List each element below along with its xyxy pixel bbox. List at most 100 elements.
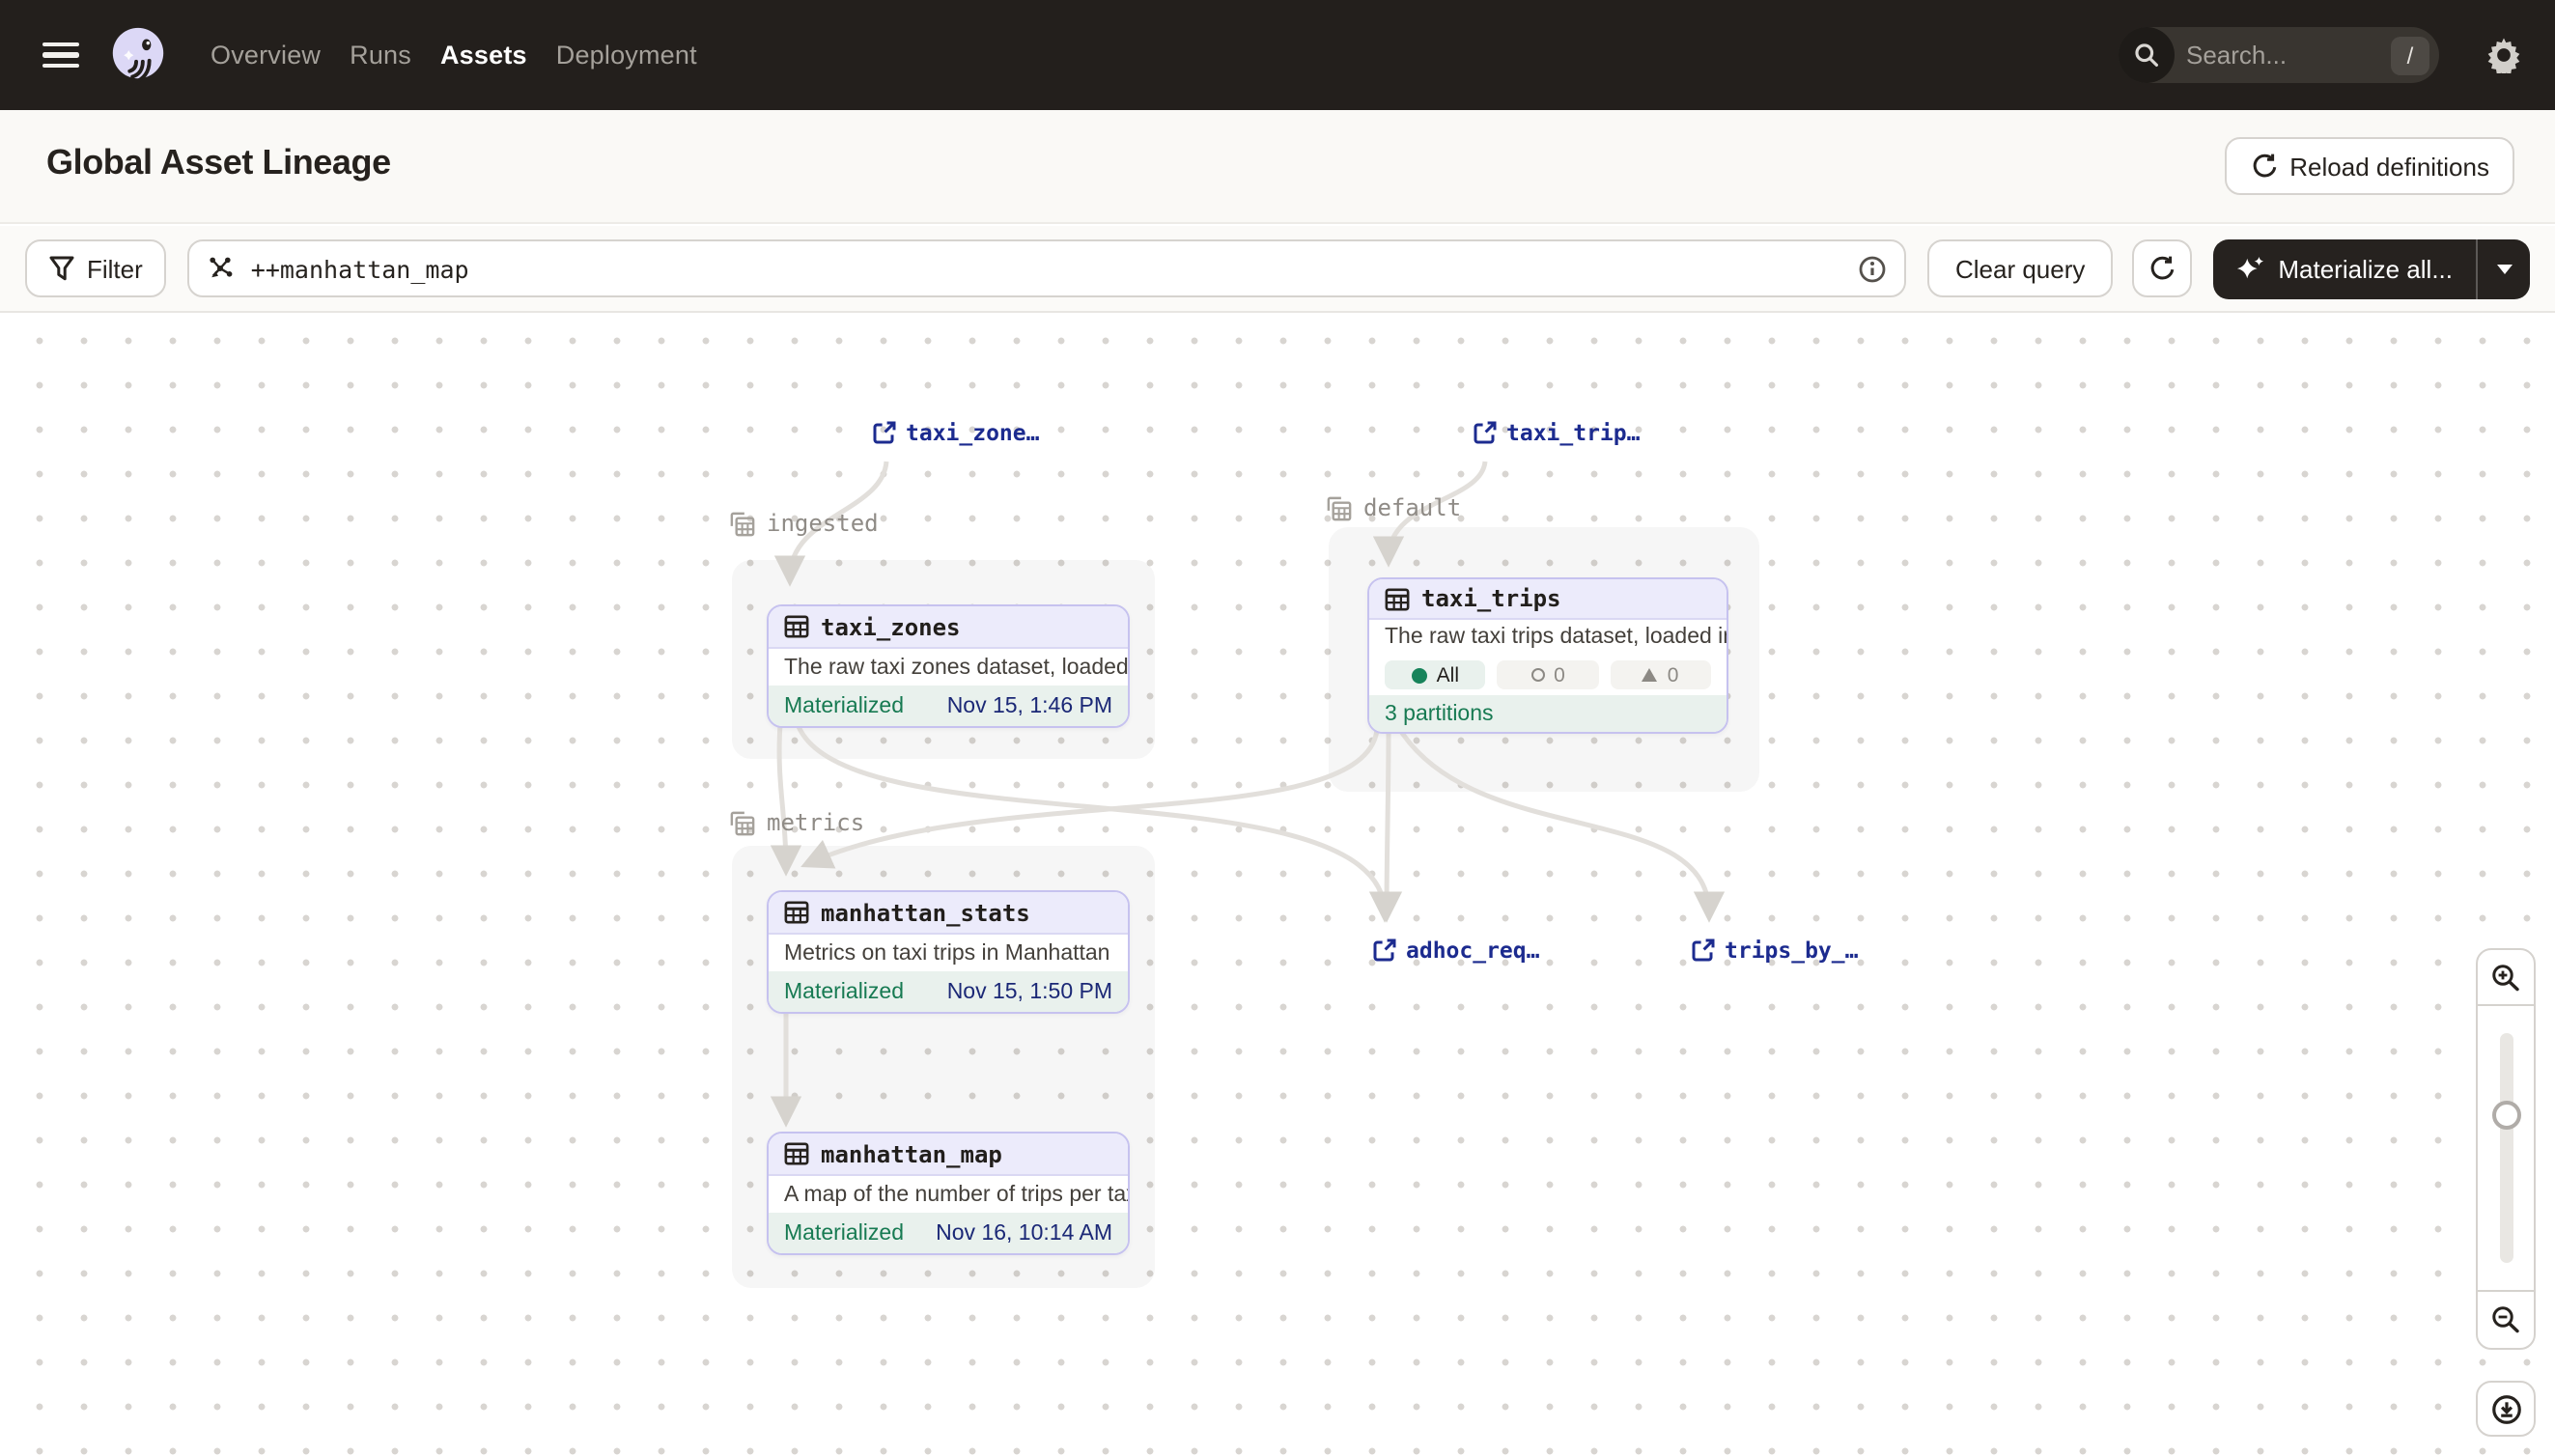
zoom-out-icon: [2491, 1305, 2520, 1334]
materialization-timestamp[interactable]: Nov 15, 1:46 PM: [947, 694, 1112, 717]
materialize-all-button[interactable]: Materialize all...: [2212, 238, 2476, 298]
search-input[interactable]: [2175, 41, 2391, 70]
external-asset-link-trips-by[interactable]: trips_by_…: [1692, 937, 1859, 964]
settings-gear-icon[interactable]: [2485, 37, 2522, 73]
partitions-all-label: All: [1437, 663, 1459, 686]
table-icon: [784, 1141, 809, 1166]
asset-group-icon: [730, 810, 755, 835]
zoom-controls: [2476, 948, 2536, 1350]
asset-description: Metrics on taxi trips in Manhattan: [769, 935, 1128, 971]
status-badge: Materialized: [784, 1221, 904, 1245]
group-label-default[interactable]: default: [1327, 494, 1461, 521]
external-link-icon: [1474, 421, 1497, 444]
asset-group-icon: [730, 511, 755, 536]
zoom-in-icon: [2491, 963, 2520, 992]
materialization-timestamp[interactable]: Nov 16, 10:14 AM: [936, 1221, 1112, 1245]
group-name: default: [1363, 494, 1461, 521]
zoom-slider-track[interactable]: [2499, 1033, 2513, 1263]
download-graph-button[interactable]: [2476, 1381, 2536, 1437]
page-title: Global Asset Lineage: [46, 143, 391, 183]
refresh-graph-button[interactable]: [2131, 239, 2191, 297]
asset-status-footer: Materialized Nov 16, 10:14 AM: [769, 1213, 1128, 1253]
partitions-failed-pill[interactable]: 0: [1498, 660, 1599, 689]
zoom-slider[interactable]: [2478, 1004, 2534, 1292]
partitions-missing-pill[interactable]: 0: [1610, 660, 1711, 689]
query-input[interactable]: [247, 252, 1845, 285]
asset-node-header: taxi_zones: [769, 606, 1128, 649]
external-link-icon: [1692, 938, 1715, 962]
dagster-app: Overview Runs Assets Deployment / Global…: [0, 0, 2555, 1456]
zoom-slider-thumb[interactable]: [2491, 1101, 2520, 1130]
materialize-options-dropdown[interactable]: [2478, 238, 2530, 298]
nav-links: Overview Runs Assets Deployment: [211, 41, 697, 70]
page-header: Global Asset Lineage Reload definitions: [0, 110, 2555, 224]
external-link-icon: [873, 421, 896, 444]
group-name: ingested: [767, 510, 879, 537]
materialization-timestamp[interactable]: Nov 15, 1:50 PM: [947, 980, 1112, 1003]
zoom-in-button[interactable]: [2478, 950, 2534, 1004]
external-asset-link-adhoc-req[interactable]: adhoc_req…: [1373, 937, 1540, 964]
table-icon: [784, 614, 809, 639]
asset-query-field[interactable]: [187, 239, 1907, 297]
group-label-ingested[interactable]: ingested: [730, 510, 879, 537]
asset-node-manhattan-map[interactable]: manhattan_map A map of the number of tri…: [767, 1132, 1130, 1255]
asset-name: manhattan_map: [821, 1140, 1002, 1167]
search-icon: [2119, 27, 2175, 83]
download-icon: [2490, 1393, 2521, 1424]
asset-node-header: taxi_trips: [1369, 579, 1727, 620]
asset-node-manhattan-stats[interactable]: manhattan_stats Metrics on taxi trips in…: [767, 890, 1130, 1014]
zoom-out-button[interactable]: [2478, 1292, 2534, 1348]
nav-item-assets[interactable]: Assets: [440, 41, 527, 70]
external-asset-label: taxi_zone…: [906, 419, 1040, 446]
menu-icon[interactable]: [42, 35, 79, 74]
nav-item-overview[interactable]: Overview: [211, 41, 321, 70]
nav-item-runs[interactable]: Runs: [350, 41, 411, 70]
asset-description: A map of the number of trips per taxi z.…: [769, 1176, 1128, 1213]
external-asset-link-taxi-trip[interactable]: taxi_trip…: [1474, 419, 1641, 446]
top-navbar: Overview Runs Assets Deployment /: [0, 0, 2555, 110]
asset-description: The raw taxi zones dataset, loaded int..…: [769, 649, 1128, 686]
filter-button[interactable]: Filter: [25, 239, 166, 297]
dagster-logo-icon[interactable]: [106, 23, 170, 87]
external-asset-label: trips_by_…: [1725, 937, 1859, 964]
asset-node-header: manhattan_map: [769, 1134, 1128, 1176]
lineage-edges: [0, 313, 2555, 1456]
materialize-all-label: Materialize all...: [2278, 254, 2453, 283]
ring-icon: [1530, 668, 1544, 682]
asset-name: taxi_trips: [1421, 585, 1561, 612]
table-icon: [784, 900, 809, 925]
asset-graph-icon: [207, 255, 234, 282]
nav-item-deployment[interactable]: Deployment: [556, 41, 697, 70]
clear-query-label: Clear query: [1955, 254, 2085, 283]
asset-node-taxi-trips[interactable]: taxi_trips The raw taxi trips dataset, l…: [1367, 577, 1728, 734]
asset-group-icon: [1327, 495, 1352, 520]
partitions-failed-count: 0: [1554, 663, 1565, 686]
filter-label: Filter: [87, 254, 143, 283]
group-name: metrics: [767, 809, 864, 836]
status-badge: Materialized: [784, 980, 904, 1003]
partitions-materialized-pill[interactable]: All: [1385, 660, 1486, 689]
asset-node-header: manhattan_stats: [769, 892, 1128, 935]
info-icon[interactable]: [1859, 254, 1888, 283]
app-window: Overview Runs Assets Deployment / Global…: [0, 0, 2555, 1456]
reload-definitions-button[interactable]: Reload definitions: [2224, 137, 2514, 195]
partition-health-row: All 0 0: [1369, 655, 1727, 695]
refresh-icon: [2148, 255, 2175, 282]
green-dot-icon: [1412, 667, 1427, 683]
reload-definitions-label: Reload definitions: [2289, 152, 2489, 181]
triangle-icon: [1642, 668, 1658, 682]
funnel-icon: [48, 255, 75, 282]
clear-query-button[interactable]: Clear query: [1928, 239, 2112, 297]
external-asset-label: adhoc_req…: [1406, 937, 1540, 964]
external-asset-label: taxi_trip…: [1506, 419, 1641, 446]
lineage-canvas[interactable]: ingested default metrics taxi_zone… taxi…: [0, 313, 2555, 1456]
asset-node-taxi-zones[interactable]: taxi_zones The raw taxi zones dataset, l…: [767, 604, 1130, 728]
global-search[interactable]: /: [2119, 27, 2439, 83]
refresh-icon: [2249, 153, 2276, 180]
materialize-all-split-button: Materialize all...: [2212, 238, 2530, 298]
external-asset-link-taxi-zone[interactable]: taxi_zone…: [873, 419, 1040, 446]
partition-count-label[interactable]: 3 partitions: [1385, 702, 1494, 725]
group-label-metrics[interactable]: metrics: [730, 809, 864, 836]
asset-status-footer: Materialized Nov 15, 1:50 PM: [769, 971, 1128, 1012]
external-link-icon: [1373, 938, 1396, 962]
